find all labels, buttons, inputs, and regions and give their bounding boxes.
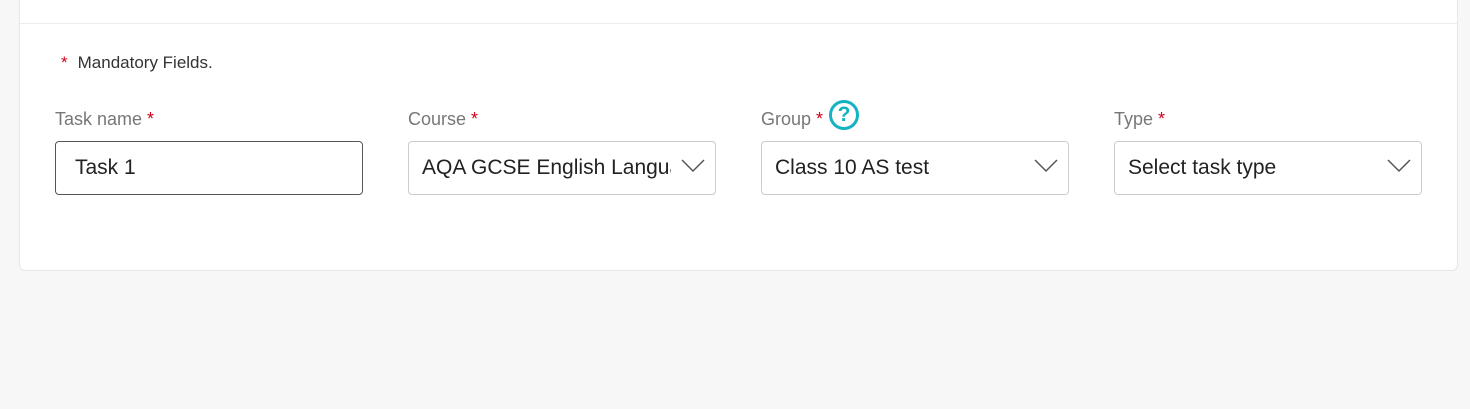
- required-star: *: [816, 109, 824, 129]
- type-field: Type * Select task type: [1114, 109, 1422, 195]
- task-name-value: Task 1: [75, 156, 136, 179]
- course-field: Course * AQA GCSE English Langua: [408, 109, 716, 195]
- group-field: Group * ? Class 10 AS test: [761, 100, 1069, 195]
- required-star: *: [147, 109, 155, 129]
- required-star: *: [1158, 109, 1166, 129]
- group-select[interactable]: Class 10 AS test: [761, 141, 1069, 195]
- mandatory-star: *: [61, 53, 68, 72]
- course-select[interactable]: AQA GCSE English Langua: [408, 141, 716, 195]
- group-selected-value: Class 10 AS test: [775, 156, 930, 179]
- type-label-text: Type: [1114, 109, 1154, 129]
- question-circle-icon[interactable]: ?: [829, 100, 860, 130]
- task-name-input[interactable]: Task 1: [55, 141, 363, 195]
- mandatory-text: Mandatory Fields.: [77, 53, 213, 72]
- group-label-text: Group: [761, 109, 812, 129]
- required-star: *: [471, 109, 479, 129]
- task-form-card: * Mandatory Fields. Task name * Task 1 Co…: [19, 0, 1458, 271]
- course-selected-value: AQA GCSE English Langua: [422, 156, 671, 179]
- card-divider: [20, 23, 1457, 24]
- course-label: Course *: [408, 109, 716, 145]
- chevron-down-icon: [1387, 159, 1411, 173]
- course-label-text: Course: [408, 109, 467, 129]
- task-name-field: Task name * Task 1: [55, 109, 363, 195]
- type-label: Type *: [1114, 109, 1422, 145]
- mandatory-fields-note: * Mandatory Fields.: [61, 53, 213, 73]
- type-select[interactable]: Select task type: [1114, 141, 1422, 195]
- chevron-down-icon: [1034, 159, 1058, 173]
- type-selected-value: Select task type: [1128, 156, 1277, 179]
- task-name-label-text: Task name: [55, 109, 143, 129]
- task-name-label: Task name *: [55, 109, 363, 145]
- chevron-down-icon: [681, 159, 705, 173]
- group-label: Group * ?: [761, 100, 1069, 145]
